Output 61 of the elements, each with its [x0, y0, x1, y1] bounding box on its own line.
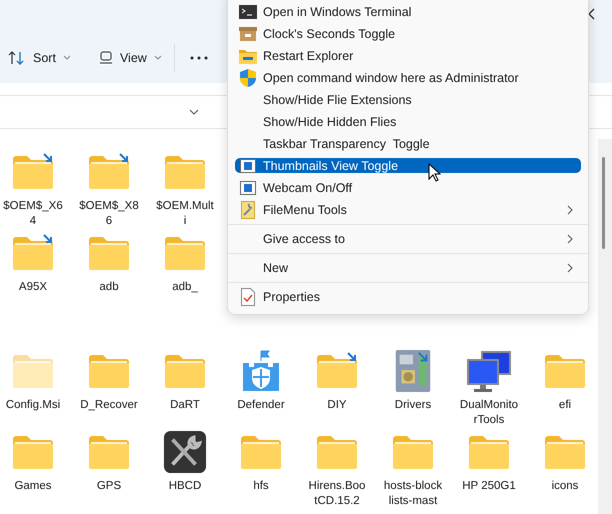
cursor-icon — [428, 163, 441, 182]
caret-icon — [62, 54, 71, 60]
menu-item[interactable]: New — [228, 253, 588, 279]
file-name: hosts-blocklists-mast — [383, 479, 443, 509]
file-name: Hirens.BootCD.15.2 — [308, 479, 366, 509]
file-name: Config.Msi — [4, 398, 62, 413]
menu-item[interactable]: Show/Hide Flie Extensions — [235, 89, 581, 111]
chevron-right-icon — [567, 205, 573, 215]
menu-item[interactable]: Give access to — [228, 224, 588, 250]
menu-item[interactable]: Taskbar Transparency Toggle — [235, 133, 581, 155]
menu-item[interactable]: Thumbnails View Toggle — [235, 158, 581, 173]
chevron-right-icon — [567, 263, 573, 273]
scrollbar[interactable] — [598, 139, 612, 514]
sort-arrows-icon — [8, 50, 26, 66]
file-name: $OEM.Multi — [155, 199, 215, 229]
menu-item[interactable]: Restart Explorer — [235, 45, 581, 67]
more-icon[interactable] — [190, 56, 208, 60]
file-name: icons — [550, 479, 580, 494]
folder-icon — [239, 48, 257, 64]
file-name: Games — [13, 479, 53, 494]
sort-button[interactable]: Sort — [4, 46, 75, 70]
file-name: $OEM$_X64 — [3, 199, 63, 229]
scrollbar-thumb[interactable] — [602, 157, 605, 249]
shield-icon — [240, 69, 256, 87]
file-name: adb_ — [171, 280, 199, 295]
menu-item[interactable]: FileMenu Tools — [235, 199, 581, 221]
file-name: GPS — [96, 479, 122, 494]
file-name: HP 250G1 — [461, 479, 517, 494]
caret-icon — [154, 54, 162, 60]
file-name: $OEM$_X86 — [79, 199, 139, 229]
file-name: hfs — [252, 479, 270, 494]
chevron-down-icon[interactable] — [189, 109, 199, 115]
menu-item[interactable]: Properties — [228, 282, 588, 308]
monitor-icon — [98, 50, 113, 64]
file-name: A95X — [18, 280, 48, 295]
chevron-right-icon — [567, 234, 573, 244]
file-name: HBCD — [168, 479, 202, 494]
menu-item[interactable]: Show/Hide Hidden Flies — [235, 111, 581, 133]
file-name: Defender — [236, 398, 286, 413]
dual-monitor-icon[interactable] — [465, 349, 513, 393]
file-name: D_Recover — [79, 398, 139, 413]
file-name: adb — [98, 280, 120, 295]
menu-item[interactable]: Webcam On/Off — [235, 177, 581, 199]
box-icon — [239, 27, 257, 41]
circuit-board-icon[interactable] — [393, 349, 433, 393]
menu-item[interactable]: Open in Windows Terminal — [235, 1, 581, 23]
file-name: Drivers — [394, 398, 432, 413]
file-name: DaRT — [169, 398, 201, 413]
tools-icon[interactable] — [162, 430, 208, 474]
terminal-icon — [239, 5, 257, 19]
menu-item[interactable]: Open command window here as Administrator — [235, 67, 581, 89]
view-button[interactable]: View — [94, 46, 166, 68]
file-name: efi — [558, 398, 572, 413]
chevron-left-icon[interactable] — [587, 8, 595, 20]
document-check-icon — [241, 288, 255, 306]
picture-frame-icon — [240, 158, 256, 172]
picture-frame-icon — [240, 181, 256, 195]
file-name: DualMonitorTools — [459, 398, 519, 428]
file-name: DIY — [326, 398, 348, 413]
menu-item[interactable]: Clock's Seconds Toggle — [235, 23, 581, 45]
wrench-icon — [241, 201, 255, 219]
